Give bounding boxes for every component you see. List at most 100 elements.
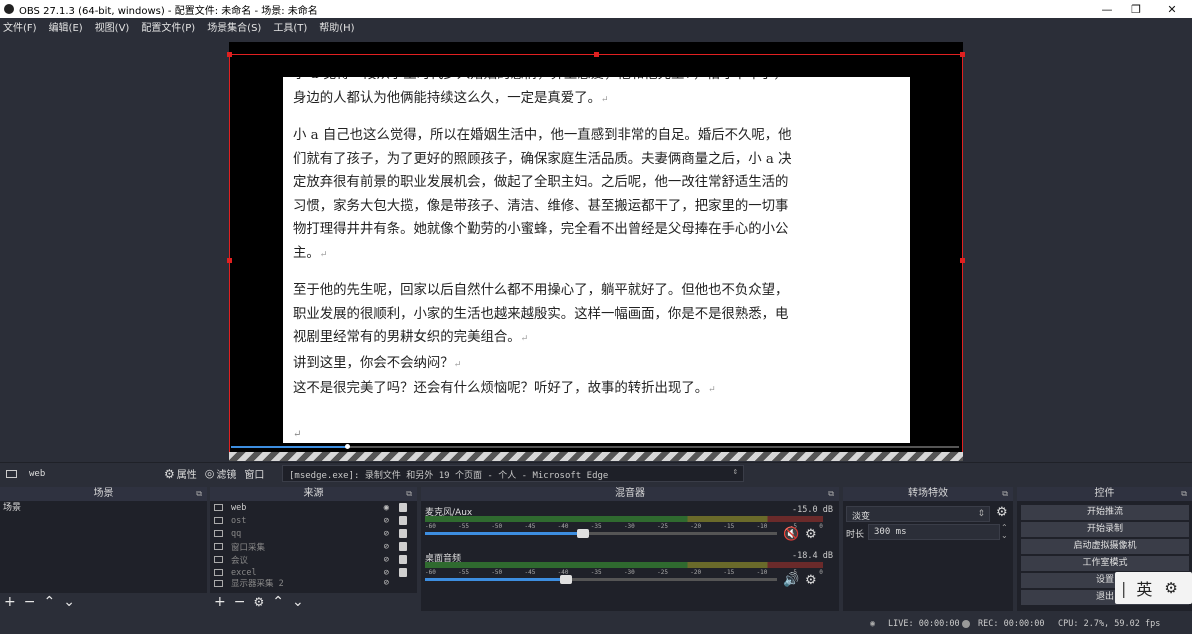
close-button[interactable]: ✕ xyxy=(1155,0,1189,18)
eye-icon[interactable]: ◉ xyxy=(384,503,389,513)
menu-tools[interactable]: 工具(T) xyxy=(273,19,307,34)
start-recording-button[interactable]: 开始录制 xyxy=(1021,522,1189,537)
resize-handle[interactable] xyxy=(594,52,599,57)
gear-icon[interactable]: ⚙ xyxy=(253,595,264,609)
menu-file[interactable]: 文件(F) xyxy=(3,19,37,34)
duration-stepper[interactable]: ⌃ ⌄ xyxy=(1001,524,1008,540)
lock-icon[interactable] xyxy=(399,555,407,564)
channel-db: -15.0 dB xyxy=(792,505,833,515)
lock-icon[interactable] xyxy=(399,542,407,551)
menu-edit[interactable]: 编辑(E) xyxy=(49,19,83,34)
volume-thumb[interactable] xyxy=(559,575,572,584)
float-dock-icon[interactable]: ⧉ xyxy=(1002,487,1008,501)
source-type-icon xyxy=(214,543,223,550)
ime-mode[interactable]: 英 xyxy=(1136,576,1152,600)
add-icon[interactable]: + xyxy=(4,594,16,610)
menu-bar: 文件(F) 编辑(E) 视图(V) 配置文件(P) 场景集合(S) 工具(T) … xyxy=(0,18,1192,34)
mixer-header: 混音器 xyxy=(615,488,645,499)
source-type-icon xyxy=(214,530,223,537)
live-status: LIVE: 00:00:00 xyxy=(888,619,960,629)
video-progress-bar[interactable] xyxy=(231,444,959,449)
record-dot-icon xyxy=(962,620,970,628)
add-icon[interactable]: + xyxy=(214,594,226,610)
move-up-icon[interactable]: ⌃ xyxy=(272,594,284,610)
status-bar: ◉ LIVE: 00:00:00 REC: 00:00:00 CPU: 2.7%… xyxy=(0,614,1192,634)
source-item[interactable]: 会议 ⊘ xyxy=(210,553,417,566)
scenes-header: 场景 xyxy=(93,488,114,499)
signal-icon: ◉ xyxy=(870,619,876,629)
eye-hidden-icon[interactable]: ⊘ xyxy=(384,579,389,587)
transition-select[interactable]: 淡变 ⇕ xyxy=(846,506,990,522)
source-item[interactable]: qq ⊘ xyxy=(210,527,417,540)
lock-icon[interactable] xyxy=(399,568,407,577)
source-selection-box[interactable] xyxy=(229,54,963,454)
lock-icon[interactable] xyxy=(399,529,407,538)
properties-button[interactable]: ⚙ 属性 xyxy=(164,466,197,482)
eye-hidden-icon[interactable]: ⊘ xyxy=(384,542,389,552)
preview-area[interactable]: 小 a 觉得一段从学生时代步入婚姻的感情，算上恋爱，他和他先生7，相守十年了， … xyxy=(0,34,1192,462)
move-down-icon[interactable]: ⌄ xyxy=(63,594,75,610)
scenes-toolbar: + − ⌃ ⌄ xyxy=(0,593,207,611)
gear-icon[interactable]: ⚙ xyxy=(1164,579,1177,597)
menu-view[interactable]: 视图(V) xyxy=(95,19,130,34)
move-down-icon[interactable]: ⌄ xyxy=(292,594,304,610)
mixer-channel-desktop: 桌面音频 -18.4 dB -60 -55 -50 -45 -40 -35 -30 -25 -2… xyxy=(421,547,839,593)
ime-indicator[interactable]: | 英 ⚙ xyxy=(1115,572,1192,604)
maximize-button[interactable]: ❐ xyxy=(1119,0,1153,18)
duration-input[interactable]: 300 ms xyxy=(868,524,1000,540)
chevron-updown-icon: ⇕ xyxy=(977,509,985,519)
source-type-icon xyxy=(214,517,223,524)
menu-scene-collection[interactable]: 场景集合(S) xyxy=(207,19,261,34)
volume-slider[interactable] xyxy=(425,575,777,584)
float-dock-icon[interactable]: ⧉ xyxy=(828,487,834,501)
mixer-channel-mic: 麦克风/Aux -15.0 dB -60 -55 -50 -45 -40 -35 -30 -2… xyxy=(421,501,839,547)
filter-icon: ◎ xyxy=(204,467,215,480)
ime-cursor: | xyxy=(1121,578,1127,598)
resize-handle[interactable] xyxy=(960,258,965,263)
float-dock-icon[interactable]: ⧉ xyxy=(1181,487,1187,501)
source-item[interactable]: excel ⊘ xyxy=(210,566,417,579)
remove-icon[interactable]: − xyxy=(24,594,36,610)
speaker-icon[interactable]: 🔊 xyxy=(783,573,799,588)
remove-icon[interactable]: − xyxy=(234,594,246,610)
start-streaming-button[interactable]: 开始推流 xyxy=(1021,505,1189,520)
duration-label: 时长 xyxy=(846,530,865,540)
eye-hidden-icon[interactable]: ⊘ xyxy=(384,529,389,539)
start-virtual-camera-button[interactable]: 启动虚拟摄像机 xyxy=(1021,539,1189,554)
volume-thumb[interactable] xyxy=(577,529,590,538)
float-dock-icon[interactable]: ⧉ xyxy=(196,487,202,501)
lock-icon[interactable] xyxy=(399,503,407,512)
eye-hidden-icon[interactable]: ⊘ xyxy=(384,516,389,526)
sources-toolbar: + − ⚙ ⌃ ⌄ xyxy=(210,593,417,611)
window-select[interactable]: [msedge.exe]: 录制文件 和另外 19 个页面 - 个人 - Mic… xyxy=(282,465,744,482)
resize-handle[interactable] xyxy=(227,258,232,263)
controls-header: 控件 xyxy=(1094,488,1115,499)
source-item[interactable]: web ◉ xyxy=(210,501,417,514)
gear-icon[interactable]: ⚙ xyxy=(805,573,817,588)
volume-slider[interactable] xyxy=(425,529,777,538)
resize-handle[interactable] xyxy=(960,52,965,57)
sources-dock: 来源 ⧉ web ◉ ost ⊘ qq ⊘ 窗口采集 ⊘ 会议 ⊘ excel ⊘ 显示器采集… xyxy=(210,487,417,611)
eye-hidden-icon[interactable]: ⊘ xyxy=(384,555,389,565)
studio-mode-button[interactable]: 工作室模式 xyxy=(1021,556,1189,571)
volume-fill xyxy=(425,532,584,535)
menu-help[interactable]: 帮助(H) xyxy=(319,19,354,34)
source-item[interactable]: 窗口采集 ⊘ xyxy=(210,540,417,553)
muted-speaker-icon[interactable]: 🔇 xyxy=(783,527,799,542)
filters-button[interactable]: ◎ 滤镜 xyxy=(205,466,237,481)
move-up-icon[interactable]: ⌃ xyxy=(43,594,55,610)
scene-item[interactable]: 场景 xyxy=(0,501,207,515)
float-dock-icon[interactable]: ⧉ xyxy=(406,487,412,501)
gear-icon[interactable]: ⚙ xyxy=(996,505,1008,520)
source-item[interactable]: ost ⊘ xyxy=(210,514,417,527)
eye-hidden-icon[interactable]: ⊘ xyxy=(384,568,389,578)
gear-icon[interactable]: ⚙ xyxy=(805,527,817,542)
source-item[interactable]: 显示器采集 2 ⊘ xyxy=(210,579,417,587)
source-toolbar: web ⚙ 属性 ◎ 滤镜 窗口 [msedge.exe]: 录制文件 和另外 19… xyxy=(0,462,1192,484)
transitions-dock: 转场特效 ⧉ 淡变 ⇕ ⚙ 时长 300 ms ⌃ ⌄ xyxy=(843,487,1013,611)
menu-profile[interactable]: 配置文件(P) xyxy=(141,19,195,34)
meter-ticks: -60 -55 -50 -45 -40 -35 -30 -25 -20 -15 -10 -5 0 xyxy=(425,569,823,576)
resize-handle[interactable] xyxy=(227,52,232,57)
lock-icon[interactable] xyxy=(399,516,407,525)
selected-source-name: web xyxy=(29,468,46,479)
